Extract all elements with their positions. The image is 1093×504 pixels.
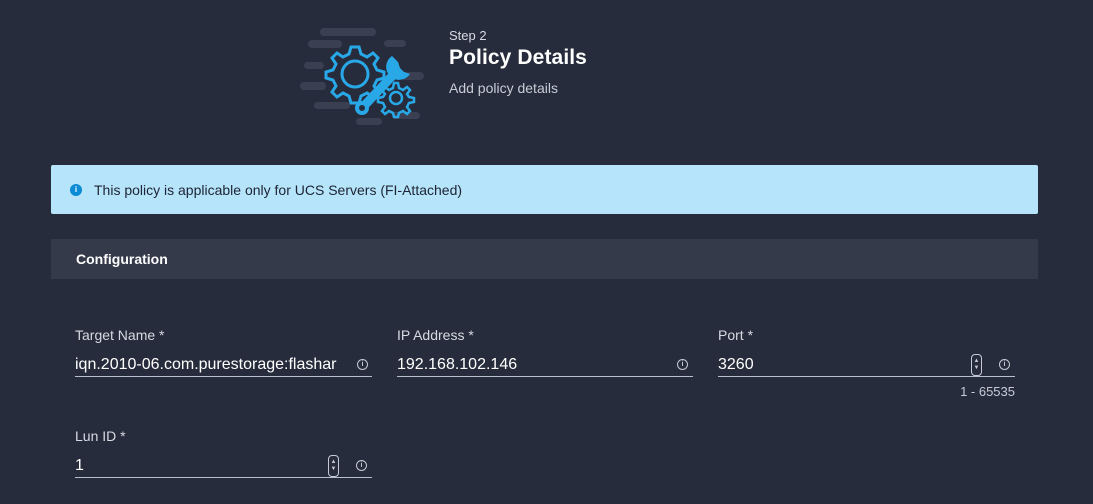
info-icon: i	[70, 183, 82, 196]
info-banner: i This policy is applicable only for UCS…	[51, 165, 1038, 214]
chevron-up-icon[interactable]: ▲	[331, 459, 337, 466]
info-banner-text: This policy is applicable only for UCS S…	[94, 181, 463, 198]
lun-id-stepper[interactable]: ▲ ▼	[328, 454, 339, 477]
target-name-field: Target Name * iqn.2010-06.com.purestorag…	[75, 327, 372, 377]
ip-address-input[interactable]: 192.168.102.146	[397, 354, 677, 376]
ip-address-input-wrapper[interactable]: 192.168.102.146 i	[397, 353, 693, 377]
chevron-up-icon[interactable]: ▲	[974, 358, 980, 365]
page-title: Policy Details	[449, 46, 587, 69]
port-range-hint: 1 - 65535	[960, 384, 1015, 399]
ip-address-label: IP Address *	[397, 327, 474, 343]
section-title: Configuration	[76, 251, 168, 267]
target-name-input[interactable]: iqn.2010-06.com.purestorage:flashar	[75, 354, 353, 376]
chevron-down-icon[interactable]: ▼	[331, 466, 337, 473]
lun-id-label: Lun ID *	[75, 428, 126, 444]
port-stepper[interactable]: ▲ ▼	[971, 353, 982, 376]
policy-details-page: Step 2 Policy Details Add policy details…	[0, 0, 1093, 504]
ip-address-info-icon[interactable]: i	[677, 359, 688, 370]
port-label: Port *	[718, 327, 754, 343]
page-subtitle: Add policy details	[449, 80, 558, 96]
gear-wrench-icon	[300, 22, 430, 130]
chevron-down-icon[interactable]: ▼	[974, 365, 980, 372]
lun-id-input[interactable]: 1	[75, 455, 328, 477]
step-header: Step 2 Policy Details Add policy details	[449, 28, 587, 96]
port-field: Port * 3260 ▲ ▼ i 1 - 65535	[718, 327, 1015, 399]
lun-id-input-wrapper[interactable]: 1 ▲ ▼ i	[75, 454, 372, 478]
step-label: Step 2	[449, 28, 487, 43]
target-name-info-icon[interactable]: i	[357, 359, 368, 370]
port-info-icon[interactable]: i	[999, 359, 1010, 370]
port-input-wrapper[interactable]: 3260 ▲ ▼ i	[718, 353, 1015, 377]
target-name-label: Target Name *	[75, 327, 165, 343]
lun-id-info-icon[interactable]: i	[356, 460, 367, 471]
ip-address-field: IP Address * 192.168.102.146 i	[397, 327, 693, 377]
port-input[interactable]: 3260	[718, 354, 971, 376]
configuration-section-header: Configuration	[51, 239, 1038, 279]
target-name-input-wrapper[interactable]: iqn.2010-06.com.purestorage:flashar i	[75, 353, 372, 377]
lun-id-field: Lun ID * 1 ▲ ▼ i	[75, 428, 372, 478]
